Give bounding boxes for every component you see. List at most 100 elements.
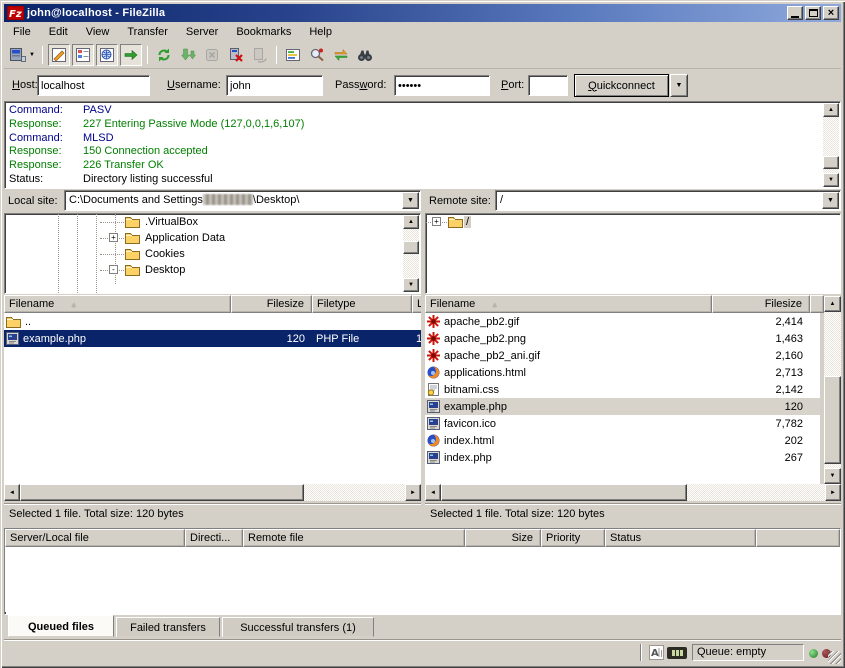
folder-icon bbox=[448, 215, 463, 228]
scroll-thumb[interactable] bbox=[824, 376, 841, 464]
scroll-left-button[interactable]: ◄ bbox=[4, 484, 20, 501]
find-files-button[interactable] bbox=[354, 44, 376, 66]
combo-dropdown-icon[interactable]: ▼ bbox=[402, 192, 419, 209]
local-tree-scrollbar[interactable]: ▲ ▼ bbox=[403, 215, 419, 292]
minimize-button[interactable] bbox=[787, 6, 803, 20]
column-header-l[interactable]: L bbox=[412, 295, 421, 313]
file-row[interactable]: applications.html2,713 bbox=[425, 364, 820, 381]
menu-help[interactable]: Help bbox=[300, 24, 341, 40]
scroll-thumb[interactable] bbox=[403, 241, 419, 254]
synchronized-browsing-button[interactable] bbox=[330, 44, 352, 66]
quickconnect-button[interactable]: Quickconnect bbox=[574, 74, 669, 97]
file-row[interactable]: favicon.ico7,782 bbox=[425, 415, 820, 432]
scroll-left-button[interactable]: ◄ bbox=[425, 484, 441, 501]
column-header-filetype[interactable]: Filetype bbox=[312, 295, 412, 313]
file-row[interactable]: bitnami.css2,142 bbox=[425, 381, 820, 398]
toggle-transfer-queue-button[interactable] bbox=[120, 44, 142, 66]
local-tree: .VirtualBox+Application DataCookies-Desk… bbox=[4, 213, 421, 294]
password-input[interactable] bbox=[394, 75, 490, 96]
expand-icon[interactable]: + bbox=[432, 217, 441, 226]
column-header-filesize[interactable]: Filesize bbox=[231, 295, 312, 313]
expand-icon[interactable]: + bbox=[109, 233, 118, 242]
file-row[interactable]: example.php120 bbox=[425, 398, 820, 415]
host-label: Host: bbox=[12, 79, 38, 91]
column-header-directi-[interactable]: Directi... bbox=[185, 529, 243, 547]
scroll-thumb[interactable] bbox=[20, 484, 304, 501]
file-row[interactable]: index.html202 bbox=[425, 432, 820, 449]
cancel-icon bbox=[203, 46, 220, 63]
collapse-icon[interactable]: - bbox=[109, 265, 118, 274]
column-header-status[interactable]: Status bbox=[605, 529, 756, 547]
log-scrollbar[interactable]: ▲ ▼ bbox=[823, 103, 839, 187]
menu-transfer[interactable]: Transfer bbox=[118, 24, 177, 40]
reconnect-icon bbox=[251, 46, 268, 63]
cancel-operation-button[interactable] bbox=[201, 44, 223, 66]
file-row[interactable]: apache_pb2.png1,463 bbox=[425, 330, 820, 347]
message-log: ▲ ▼ Command:PASVResponse:227 Entering Pa… bbox=[4, 101, 841, 189]
scroll-right-button[interactable]: ► bbox=[405, 484, 421, 501]
menu-view[interactable]: View bbox=[77, 24, 119, 40]
tab-queued-files[interactable]: Queued files bbox=[8, 615, 114, 637]
directory-comparison-button[interactable] bbox=[306, 44, 328, 66]
menu-server[interactable]: Server bbox=[177, 24, 227, 40]
tree-item[interactable]: -Desktop bbox=[5, 262, 420, 278]
column-header-filesize[interactable]: Filesize bbox=[712, 295, 810, 313]
menu-bookmarks[interactable]: Bookmarks bbox=[227, 24, 300, 40]
tree-item[interactable]: Cookies bbox=[5, 246, 420, 262]
resize-grip[interactable] bbox=[828, 651, 841, 664]
reconnect-button[interactable] bbox=[249, 44, 271, 66]
process-queue-button[interactable] bbox=[177, 44, 199, 66]
port-input[interactable] bbox=[528, 75, 568, 96]
column-header-remote-file[interactable]: Remote file bbox=[243, 529, 465, 547]
combo-dropdown-icon[interactable]: ▼ bbox=[822, 192, 839, 209]
tab-failed-transfers[interactable]: Failed transfers bbox=[116, 617, 220, 637]
tree-item[interactable]: +/ bbox=[426, 214, 840, 230]
username-input[interactable] bbox=[226, 75, 323, 96]
remote-list-hscrollbar[interactable]: ◄ ► bbox=[425, 484, 841, 501]
php-file-icon bbox=[427, 400, 440, 413]
scroll-up-button[interactable]: ▲ bbox=[823, 103, 839, 117]
site-manager-button[interactable]: ▼ bbox=[7, 44, 37, 66]
remote-site-combo[interactable]: / ▼ bbox=[495, 190, 841, 211]
scroll-thumb[interactable] bbox=[441, 484, 687, 501]
file-row[interactable]: apache_pb2.gif2,414 bbox=[425, 313, 820, 330]
local-site-combo[interactable]: C:\Documents and Settings\Desktop\ ▼ bbox=[64, 190, 421, 211]
column-header-priority[interactable]: Priority bbox=[541, 529, 605, 547]
toggle-local-tree-button[interactable] bbox=[72, 44, 94, 66]
toggle-message-log-button[interactable] bbox=[48, 44, 70, 66]
column-header-server-local-file[interactable]: Server/Local file bbox=[5, 529, 185, 547]
file-row[interactable]: example.php120PHP File1 bbox=[4, 330, 421, 347]
remote-list-scrollbar[interactable]: ▲ ▼ bbox=[824, 296, 841, 484]
local-list-hscrollbar[interactable]: ◄ ► bbox=[4, 484, 421, 501]
scroll-up-button[interactable]: ▲ bbox=[824, 296, 841, 312]
menu-file[interactable]: File bbox=[4, 24, 40, 40]
file-row[interactable]: index.php267 bbox=[425, 449, 820, 466]
html-file-icon bbox=[427, 366, 440, 379]
scroll-down-button[interactable]: ▼ bbox=[824, 468, 841, 484]
scroll-down-button[interactable]: ▼ bbox=[403, 278, 419, 292]
file-row[interactable]: .. bbox=[4, 313, 421, 330]
column-header-filename[interactable]: Filename▲ bbox=[4, 295, 231, 313]
speed-limit-indicator-icon bbox=[667, 647, 687, 659]
column-header-size[interactable]: Size bbox=[465, 529, 541, 547]
maximize-button[interactable] bbox=[805, 6, 821, 20]
host-input[interactable] bbox=[37, 75, 150, 96]
tree-item[interactable]: .VirtualBox bbox=[5, 214, 420, 230]
quickconnect-dropdown-button[interactable]: ▼ bbox=[670, 74, 688, 97]
scroll-down-button[interactable]: ▼ bbox=[823, 173, 839, 187]
scroll-thumb[interactable] bbox=[823, 156, 839, 169]
filter-button[interactable] bbox=[282, 44, 304, 66]
scroll-right-button[interactable]: ► bbox=[825, 484, 841, 501]
tree-item[interactable]: +Application Data bbox=[5, 230, 420, 246]
column-header-filename[interactable]: Filename▲ bbox=[425, 295, 712, 313]
disconnect-button[interactable] bbox=[225, 44, 247, 66]
scroll-up-button[interactable]: ▲ bbox=[403, 215, 419, 229]
file-name-cell: index.html bbox=[425, 434, 712, 447]
tab-successful-transfers-1-[interactable]: Successful transfers (1) bbox=[222, 617, 374, 637]
file-row[interactable]: apache_pb2_ani.gif2,160 bbox=[425, 347, 820, 364]
column-header-label: Filename bbox=[430, 298, 475, 310]
toggle-remote-tree-button[interactable] bbox=[96, 44, 118, 66]
refresh-button[interactable] bbox=[153, 44, 175, 66]
close-button[interactable]: × bbox=[823, 6, 839, 20]
menu-edit[interactable]: Edit bbox=[40, 24, 77, 40]
